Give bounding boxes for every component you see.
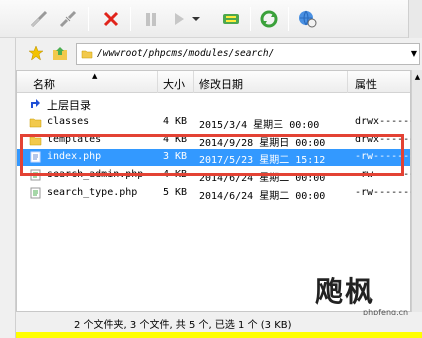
path-bar: /wwwroot/phpcms/modules/search/ ▼ — [16, 40, 422, 68]
parent-directory-row[interactable]: 上层目录 — [17, 95, 410, 112]
parent-directory-label: 上层目录 — [47, 99, 91, 112]
table-row[interactable]: classes 4 KB 2015/3/4 星期三 00:00 drwx----… — [17, 114, 415, 131]
toolbar-separator — [288, 7, 289, 31]
table-row[interactable]: search_type.php 5 KB 2014/6/24 星期二 00:00… — [17, 185, 415, 202]
path-dropdown-icon[interactable]: ▼ — [411, 49, 417, 58]
favorite-star-icon[interactable] — [26, 43, 46, 63]
left-panel-edge — [0, 0, 16, 338]
watermark-logo-text: 飑枫 — [315, 275, 376, 308]
file-date: 2015/3/4 星期三 00:00 — [199, 120, 320, 131]
column-divider — [193, 71, 194, 93]
column-divider — [347, 71, 348, 93]
refresh-icon[interactable] — [256, 6, 282, 32]
column-size[interactable]: 大小 — [163, 76, 185, 92]
folder-icon — [29, 116, 42, 128]
file-attributes: -rw------- — [355, 187, 416, 198]
column-divider — [157, 71, 158, 93]
column-attributes[interactable]: 属性 — [355, 76, 377, 92]
connect-icon[interactable] — [26, 6, 52, 32]
toolbar — [0, 0, 422, 38]
file-size: 5 KB — [163, 187, 188, 198]
toolbar-edge — [408, 0, 422, 38]
path-input[interactable]: /wwwroot/phpcms/modules/search/ ▼ — [76, 43, 420, 65]
scroll-up-icon[interactable]: ▲ — [412, 70, 422, 84]
annotation-highlight-box — [20, 134, 404, 176]
file-name: classes — [47, 116, 90, 127]
up-folder-icon[interactable] — [50, 43, 70, 63]
disconnect-icon[interactable] — [55, 6, 81, 32]
up-arrow-icon — [29, 97, 42, 109]
sync-icon[interactable] — [218, 6, 244, 32]
file-date: 2014/6/24 星期二 00:00 — [199, 191, 326, 202]
php-file-icon — [29, 187, 42, 199]
file-name: search_type.php — [47, 187, 138, 198]
vertical-scrollbar[interactable]: ▲ — [411, 70, 422, 312]
status-text: 2 个文件夹, 3 个文件, 共 5 个, 已选 1 个 (3 KB) — [74, 320, 292, 331]
file-attributes: drwx------ — [355, 116, 416, 127]
folder-icon — [81, 48, 93, 60]
column-date[interactable]: 修改日期 — [199, 76, 243, 92]
path-text: /wwwroot/phpcms/modules/search/ — [97, 48, 275, 59]
delete-icon[interactable] — [98, 6, 124, 32]
sort-arrow-icon: ▲ — [92, 72, 98, 80]
file-size: 4 KB — [163, 116, 188, 127]
column-name[interactable]: 名称 — [33, 76, 55, 92]
bottom-yellow-strip — [16, 332, 422, 338]
pause-icon[interactable] — [138, 6, 164, 32]
list-header: 名称 ▲ 大小 修改日期 属性 — [17, 71, 410, 93]
globe-icon[interactable] — [294, 6, 320, 32]
watermark: 飑枫 phpfeng.cn — [315, 270, 410, 320]
dropdown-icon[interactable] — [188, 6, 204, 32]
toolbar-separator — [130, 7, 131, 31]
status-bar: 2 个文件夹, 3 个文件, 共 5 个, 已选 1 个 (3 KB) — [16, 315, 422, 331]
toolbar-separator — [250, 7, 251, 31]
toolbar-separator — [88, 7, 89, 31]
